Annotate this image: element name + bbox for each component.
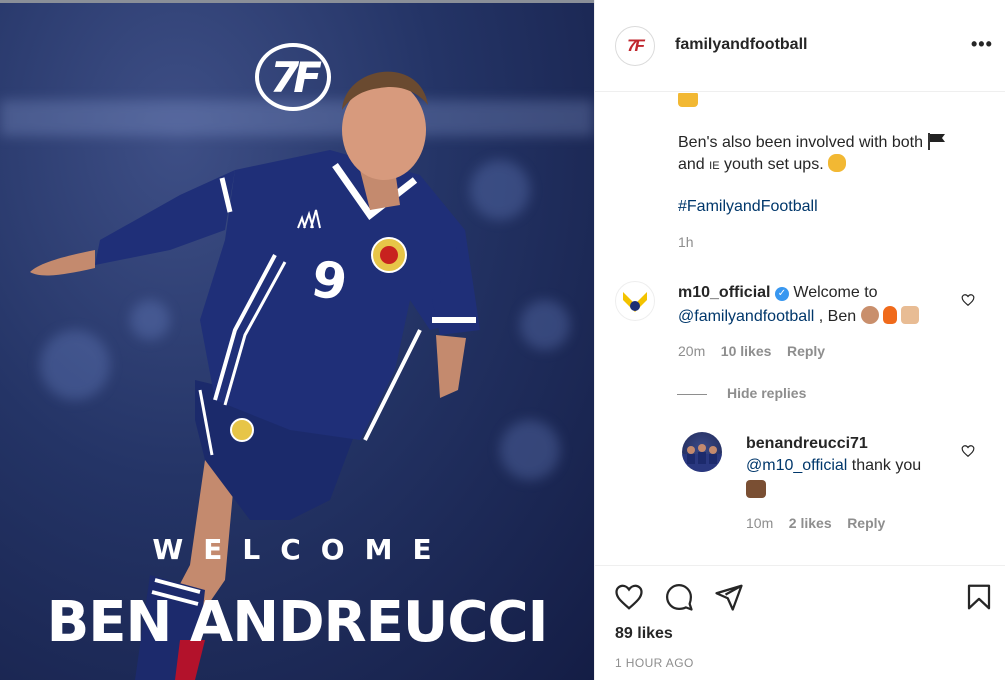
post-actions: 89 likes 1 HOUR AGO xyxy=(595,565,1005,680)
more-options-icon[interactable]: ••• xyxy=(971,34,993,55)
likes-count[interactable]: 89 likes xyxy=(615,625,673,643)
reply-time[interactable]: 10m xyxy=(746,515,773,531)
caption-text: youth set ups. xyxy=(724,156,824,173)
hide-replies-line xyxy=(677,394,707,395)
brand-logo: 7F xyxy=(255,43,331,111)
mention-link[interactable]: @familyandfootball xyxy=(678,308,814,325)
post-header: 7F familyandfootball ••• xyxy=(595,0,1005,92)
comment-body: , Ben xyxy=(818,308,857,325)
post-side-panel: 7F familyandfootball ••• Ben's also been… xyxy=(594,0,1005,680)
post-image[interactable]: 9 7F WELCOME BEN ANDREUCCI xyxy=(0,0,594,680)
scotland-flag-icon xyxy=(928,133,946,150)
reply-meta: 10m 2 likes Reply xyxy=(746,515,885,531)
author-avatar[interactable]: 7F xyxy=(615,26,655,66)
reply-username-line: benandreucci71 xyxy=(746,435,868,453)
welcome-text: WELCOME xyxy=(152,533,452,566)
raised-hands-emoji xyxy=(678,93,698,107)
heart-icon[interactable] xyxy=(614,582,644,612)
caption-text: Ben's also been involved with both xyxy=(678,134,923,151)
commenter-avatar[interactable] xyxy=(615,281,655,321)
hashtag-link[interactable]: #FamilyandFootball xyxy=(678,198,818,216)
team-photo-icon xyxy=(682,444,722,472)
reply-text: @m10_official thank you xyxy=(746,457,921,475)
mention-link[interactable]: @m10_official xyxy=(746,457,847,474)
fire-emoji xyxy=(883,306,898,324)
comment-time[interactable]: 20m xyxy=(678,343,705,359)
like-comment-heart-icon[interactable] xyxy=(961,293,975,307)
caption-line-1: Ben's also been involved with both xyxy=(678,132,947,152)
caption-timestamp[interactable]: 1h xyxy=(678,234,694,250)
verified-badge-icon: ✓ xyxy=(774,287,789,301)
thumbs-up-emoji xyxy=(901,306,920,324)
reply-button[interactable]: Reply xyxy=(787,343,825,359)
like-reply-heart-icon[interactable] xyxy=(961,444,975,458)
ireland-flag-text: IE xyxy=(709,160,720,172)
comment-likes[interactable]: 10 likes xyxy=(721,343,772,359)
player-name-text: BEN ANDREUCCI xyxy=(46,590,549,655)
caption-text: and xyxy=(678,156,705,173)
bookmark-icon[interactable] xyxy=(964,582,994,612)
praying-hands-emoji xyxy=(746,480,766,498)
comment-username[interactable]: m10_official xyxy=(678,284,770,301)
share-icon[interactable] xyxy=(714,582,744,612)
caption-line-2: and IE youth set ups. xyxy=(678,154,847,174)
reply-body: thank you xyxy=(851,457,922,474)
flexed-biceps-emoji xyxy=(828,154,847,172)
reply-likes[interactable]: 2 likes xyxy=(789,515,832,531)
clapping-emoji xyxy=(860,306,879,324)
comment-text: m10_official ✓ Welcome to xyxy=(678,284,968,302)
comment-meta: 20m 10 likes Reply xyxy=(678,343,825,359)
comment-icon[interactable] xyxy=(664,582,694,612)
reply-username[interactable]: benandreucci71 xyxy=(746,435,868,452)
hide-replies-button[interactable]: Hide replies xyxy=(727,385,806,401)
reply-button[interactable]: Reply xyxy=(847,515,885,531)
replier-avatar[interactable] xyxy=(682,432,722,472)
comments-section[interactable]: Ben's also been involved with both and I… xyxy=(595,93,1005,565)
comment-text-line-2: @familyandfootball , Ben xyxy=(678,306,920,326)
comment-body: Welcome to xyxy=(793,284,878,301)
post-timestamp[interactable]: 1 HOUR AGO xyxy=(615,656,694,670)
m10-logo-icon xyxy=(623,292,647,312)
author-username[interactable]: familyandfootball xyxy=(675,36,807,54)
